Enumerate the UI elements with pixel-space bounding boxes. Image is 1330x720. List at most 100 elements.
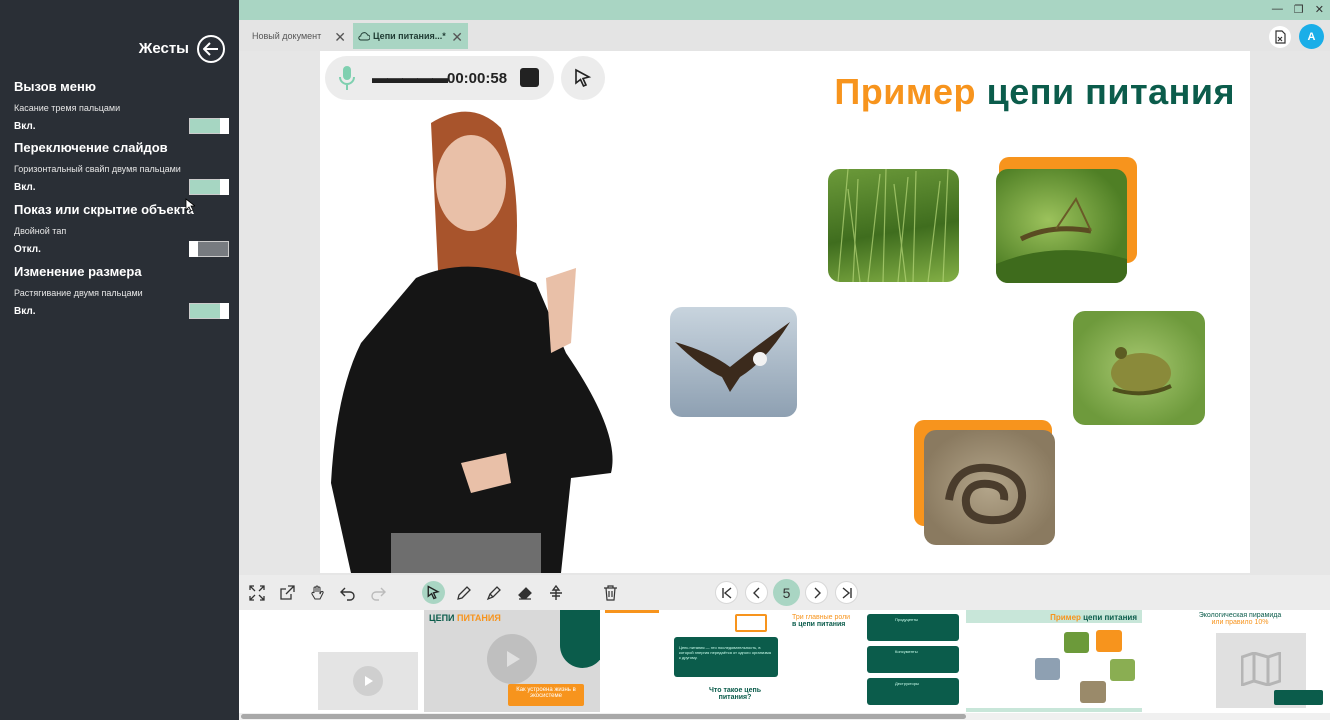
first-page-icon bbox=[721, 586, 731, 599]
gesture-desc: Растягивание двумя пальцами bbox=[14, 288, 143, 298]
thumb-card: Продуценты bbox=[867, 614, 959, 641]
tab-new-document[interactable]: Новый документ ✕ bbox=[239, 23, 351, 49]
microphone-button[interactable] bbox=[337, 65, 357, 96]
close-window-icon[interactable]: ✕ bbox=[1315, 3, 1324, 16]
gesture-state: Откл. bbox=[14, 244, 41, 255]
gesture-title: Показ или скрытие объекта bbox=[14, 202, 194, 217]
last-page-icon bbox=[842, 586, 852, 599]
thumbnail-slide-4[interactable]: Три главные роли в цепи питания Продуцент… bbox=[786, 610, 962, 712]
slide-title: Пример цепи питания bbox=[834, 71, 1235, 113]
cloud-icon bbox=[358, 31, 370, 40]
tab-bar: Новый документ ✕ Цепи питания...* ✕ A bbox=[239, 20, 1330, 51]
gesture-title: Вызов меню bbox=[14, 79, 96, 94]
close-icon[interactable]: ✕ bbox=[334, 29, 346, 46]
gesture-show-hide: Показ или скрытие объекта Двойной тап От… bbox=[14, 202, 229, 259]
first-slide-button[interactable] bbox=[715, 581, 738, 604]
cursor-arrow-icon bbox=[427, 585, 440, 600]
pen-icon bbox=[456, 585, 471, 600]
main-canvas: Пример цепи питания ▬▬▬▬▬ 00:00:58 bbox=[239, 51, 1330, 575]
map-icon bbox=[1241, 652, 1281, 686]
eraser-icon bbox=[517, 586, 532, 600]
presenter-image bbox=[331, 111, 613, 573]
back-button[interactable] bbox=[197, 35, 225, 63]
stamp-tool-button[interactable] bbox=[544, 581, 567, 604]
tab-food-chains[interactable]: Цепи питания...* ✕ bbox=[353, 23, 468, 49]
thumbnail-slide-5[interactable]: Пример цепи питания bbox=[966, 610, 1142, 712]
pen-tool-button[interactable] bbox=[452, 581, 475, 604]
frog-photo[interactable] bbox=[1073, 311, 1205, 425]
thumbnail-slide-6[interactable]: Экологическая пирамида или правило 10% bbox=[1145, 610, 1330, 712]
thumb-question: Что такое цепь питания? bbox=[708, 687, 762, 701]
trash-icon bbox=[604, 584, 617, 601]
stamp-icon bbox=[549, 584, 562, 600]
grass-photo[interactable] bbox=[828, 169, 959, 282]
next-slide-button[interactable] bbox=[805, 581, 828, 604]
audio-level-meter: ▬▬▬▬▬ bbox=[372, 70, 448, 87]
cursor-arrow-icon bbox=[575, 68, 592, 88]
thumb-card: Деструкторы bbox=[867, 678, 959, 705]
gesture-toggle[interactable] bbox=[189, 118, 229, 134]
close-icon[interactable]: ✕ bbox=[451, 29, 463, 46]
current-page-indicator[interactable]: 5 bbox=[773, 579, 800, 606]
export-file-button[interactable] bbox=[1269, 25, 1291, 48]
redo-button[interactable] bbox=[366, 581, 389, 604]
microphone-icon bbox=[339, 66, 355, 90]
fullscreen-button[interactable] bbox=[245, 581, 268, 604]
gestures-panel: Жесты Вызов меню Касание тремя пальцами … bbox=[0, 0, 239, 720]
last-slide-button[interactable] bbox=[835, 581, 858, 604]
snake-photo[interactable] bbox=[924, 430, 1055, 545]
thumb-title: Экологическая пирамида или правило 10% bbox=[1198, 612, 1282, 626]
eagle-photo[interactable] bbox=[670, 307, 797, 417]
thumbnail-slide-2[interactable]: ЦЕПИ ПИТАНИЯ Как устроена жизнь в экосис… bbox=[424, 610, 600, 712]
user-avatar[interactable]: A bbox=[1299, 24, 1324, 49]
restore-icon[interactable]: ❐ bbox=[1294, 3, 1304, 16]
thumbnail-scrollbar[interactable] bbox=[239, 713, 1330, 720]
scrollbar-thumb[interactable] bbox=[241, 714, 966, 719]
tab-label: Цепи питания...* bbox=[373, 31, 446, 41]
tab-label: Новый документ bbox=[252, 31, 322, 41]
stop-recording-button[interactable] bbox=[520, 68, 539, 87]
marker-tool-button[interactable] bbox=[482, 581, 505, 604]
share-button[interactable] bbox=[275, 581, 298, 604]
undo-button[interactable] bbox=[336, 581, 359, 604]
thumb-title: Пример цепи питания bbox=[1050, 613, 1137, 622]
external-link-icon bbox=[279, 584, 295, 600]
grasshopper-photo[interactable] bbox=[996, 169, 1127, 283]
gesture-state: Вкл. bbox=[14, 306, 36, 317]
gesture-state: Вкл. bbox=[14, 182, 36, 193]
select-tool-button[interactable] bbox=[422, 581, 445, 604]
recording-widget: ▬▬▬▬▬ 00:00:58 bbox=[325, 56, 554, 100]
gesture-desc: Касание тремя пальцами bbox=[14, 103, 121, 113]
play-icon bbox=[353, 666, 383, 696]
chevron-left-icon bbox=[752, 587, 759, 598]
thumb-card: Консументы bbox=[867, 646, 959, 673]
eraser-tool-button[interactable] bbox=[513, 581, 536, 604]
slide-title-part1: Пример bbox=[834, 71, 977, 112]
file-export-icon bbox=[1275, 29, 1286, 44]
thumbnail-slide-1[interactable] bbox=[239, 610, 422, 712]
window-titlebar: — ❐ ✕ bbox=[239, 0, 1330, 20]
hand-tool-button[interactable] bbox=[305, 581, 328, 604]
recording-timer: 00:00:58 bbox=[447, 70, 508, 87]
gesture-toggle[interactable] bbox=[189, 179, 229, 195]
panel-header: Жесты bbox=[0, 34, 239, 64]
thumb-title: ЦЕПИ ПИТАНИЯ bbox=[429, 613, 501, 623]
arrow-left-icon bbox=[203, 42, 218, 56]
gesture-title: Переключение слайдов bbox=[14, 140, 168, 155]
pointer-mode-button[interactable] bbox=[561, 56, 605, 100]
slide-title-part2: цепи питания bbox=[986, 71, 1235, 112]
gesture-menu-call: Вызов меню Касание тремя пальцами Вкл. bbox=[14, 79, 229, 136]
gesture-slide-switch: Переключение слайдов Горизонтальный свай… bbox=[14, 140, 229, 197]
marker-icon bbox=[486, 585, 501, 600]
delete-button[interactable] bbox=[599, 581, 622, 604]
gesture-toggle[interactable] bbox=[189, 303, 229, 319]
expand-icon bbox=[248, 584, 265, 601]
thumbnail-slide-3[interactable]: Цепь питания — это последовательность, в… bbox=[605, 610, 782, 712]
prev-slide-button[interactable] bbox=[745, 581, 768, 604]
gesture-desc: Горизонтальный свайп двумя пальцами bbox=[14, 164, 181, 174]
minimize-icon[interactable]: — bbox=[1272, 3, 1283, 16]
redo-icon bbox=[370, 587, 386, 601]
bottom-toolbar: 5 bbox=[239, 575, 1330, 610]
slide-thumbnails: ЦЕПИ ПИТАНИЯ Как устроена жизнь в экосис… bbox=[239, 610, 1330, 720]
gesture-toggle[interactable] bbox=[189, 241, 229, 257]
